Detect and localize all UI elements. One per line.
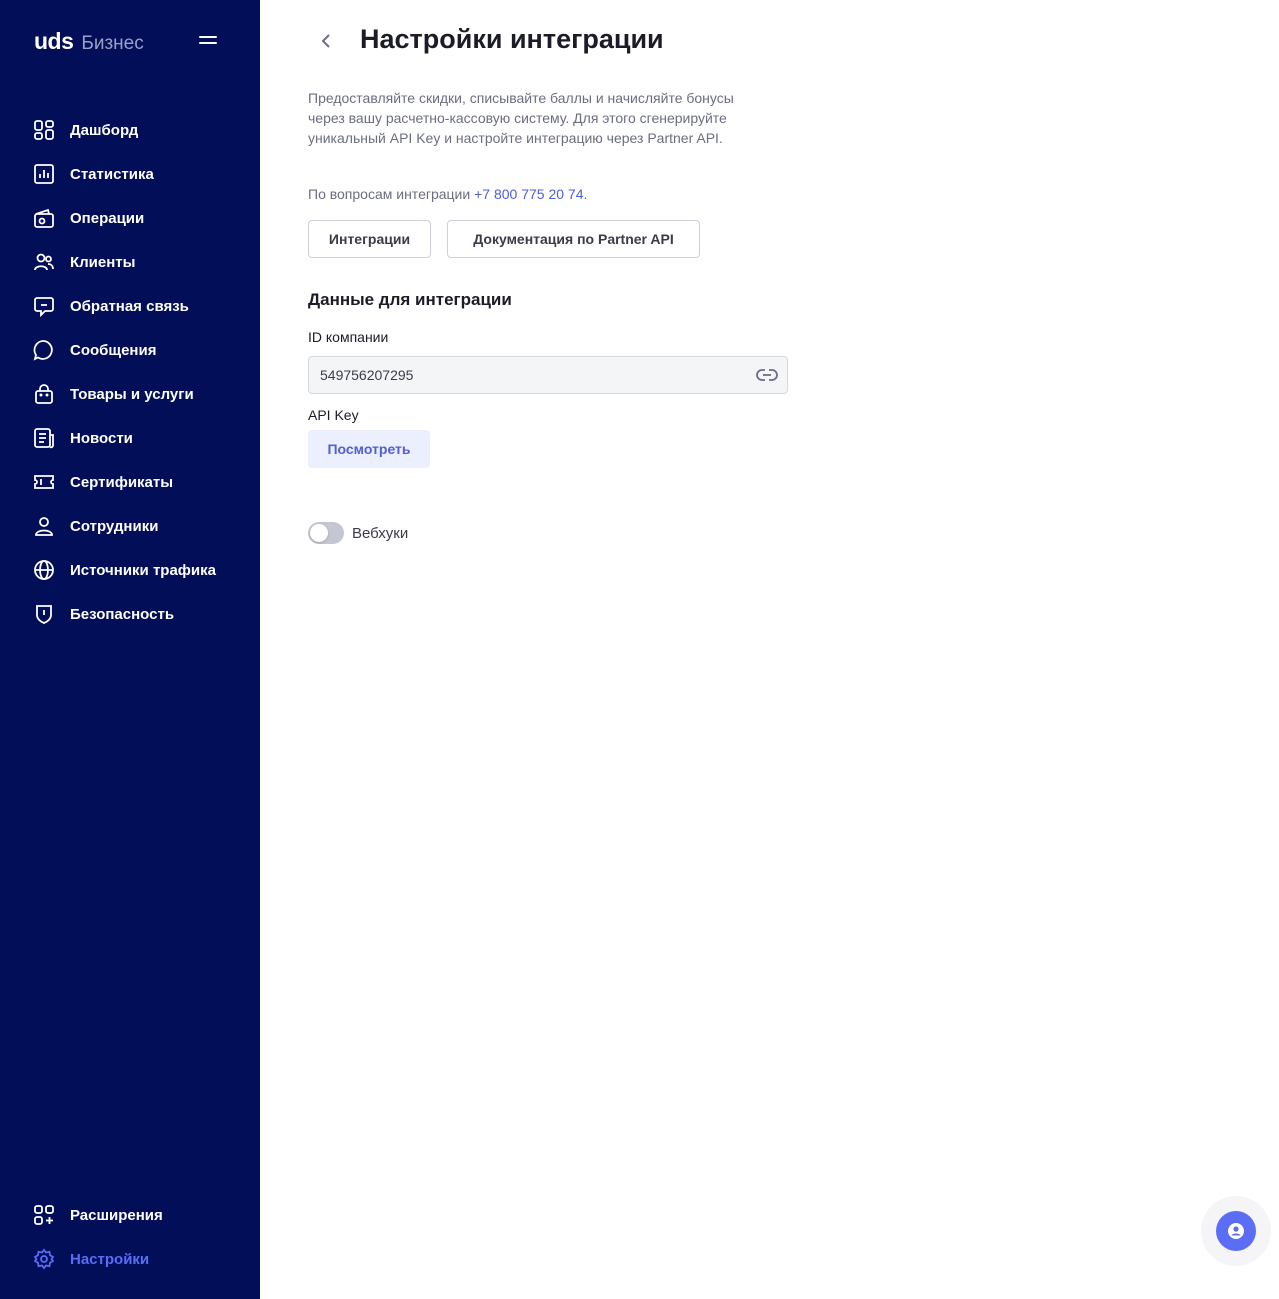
sidebar-item-label: Обратная связь: [70, 297, 189, 315]
sidebar-item-label: Безопасность: [70, 605, 175, 623]
sidebar-item-clients[interactable]: Клиенты: [0, 240, 260, 284]
sidebar-item-statistics[interactable]: Статистика: [0, 152, 260, 196]
chart-icon: [33, 163, 55, 185]
extensions-icon: [33, 1204, 55, 1226]
sidebar-item-label: Сотрудники: [70, 517, 159, 535]
logo[interactable]: uds Бизнес: [34, 28, 144, 55]
company-id-input[interactable]: [320, 367, 740, 383]
integration-description: Предоставляйте скидки, списывайте баллы …: [308, 90, 734, 146]
bag-icon: [33, 383, 55, 405]
view-api-key-button[interactable]: Посмотреть: [308, 430, 430, 468]
contact-suffix: .: [583, 186, 588, 202]
sidebar-item-traffic[interactable]: Источники трафика: [0, 548, 260, 592]
menu-toggle-icon[interactable]: [199, 36, 217, 48]
sidebar-item-messages[interactable]: Сообщения: [0, 328, 260, 372]
sidebar-item-label: Сертификаты: [70, 473, 174, 491]
company-id-field: [308, 356, 788, 394]
sidebar-item-settings[interactable]: Настройки: [0, 1237, 260, 1281]
partner-api-docs-button[interactable]: Документация по Partner API: [447, 220, 700, 258]
support-widget: [1201, 1196, 1271, 1266]
sidebar-item-extensions[interactable]: Расширения: [0, 1193, 260, 1237]
copy-link-icon[interactable]: [756, 365, 778, 385]
support-phone-link[interactable]: +7 800 775 20 74: [474, 186, 583, 202]
sidebar-item-staff[interactable]: Сотрудники: [0, 504, 260, 548]
ticket-icon: [33, 471, 55, 493]
back-button[interactable]: [316, 30, 336, 52]
sidebar-nav: Дашборд Статистика Операции Клиенты Обра…: [0, 108, 260, 636]
news-icon: [33, 427, 55, 449]
sidebar-bottom-nav: Расширения Настройки: [0, 1193, 260, 1281]
wallet-icon: [33, 207, 55, 229]
sidebar-item-label: Операции: [70, 209, 145, 227]
logo-subtitle: Бизнес: [81, 33, 144, 54]
sidebar-item-label: Источники трафика: [70, 561, 216, 579]
sidebar-item-label: Дашборд: [70, 121, 139, 139]
gear-icon: [33, 1248, 55, 1270]
users-icon: [33, 251, 55, 273]
dashboard-icon: [33, 119, 55, 141]
sidebar-item-products[interactable]: Товары и услуги: [0, 372, 260, 416]
sidebar-item-label: Клиенты: [70, 253, 136, 271]
sidebar-item-operations[interactable]: Операции: [0, 196, 260, 240]
integrations-button[interactable]: Интеграции: [308, 220, 431, 258]
support-chat-button[interactable]: [1216, 1211, 1256, 1251]
person-icon: [33, 515, 55, 537]
sidebar-item-security[interactable]: Безопасность: [0, 592, 260, 636]
sidebar-item-label: Статистика: [70, 165, 154, 183]
contact-line: По вопросам интеграции +7 800 775 20 74.: [308, 184, 587, 204]
sidebar-item-label: Расширения: [70, 1206, 163, 1224]
section-title: Данные для интеграции: [308, 290, 512, 309]
sidebar-item-label: Новости: [70, 429, 133, 447]
shield-icon: [33, 603, 55, 625]
contact-prefix: По вопросам интеграции: [308, 186, 475, 202]
feedback-icon: [33, 295, 55, 317]
company-id-label: ID компании: [308, 329, 389, 345]
page-title: Настройки интеграции: [360, 24, 664, 54]
sidebar-item-certificates[interactable]: Сертификаты: [0, 460, 260, 504]
message-icon: [33, 339, 55, 361]
sidebar-item-label: Сообщения: [70, 341, 157, 359]
sidebar-item-feedback[interactable]: Обратная связь: [0, 284, 260, 328]
webhooks-toggle[interactable]: [308, 522, 344, 544]
sidebar-item-news[interactable]: Новости: [0, 416, 260, 460]
api-key-label: API Key: [308, 407, 359, 423]
sidebar-item-dashboard[interactable]: Дашборд: [0, 108, 260, 152]
sidebar-item-label: Настройки: [70, 1250, 150, 1268]
user-support-icon: [1228, 1223, 1244, 1239]
globe-icon: [33, 559, 55, 581]
webhooks-label: Вебхуки: [352, 524, 409, 542]
chevron-left-icon: [321, 34, 330, 48]
webhooks-row: Вебхуки: [308, 522, 408, 544]
sidebar: uds Бизнес Дашборд Статистика Операции К…: [0, 0, 260, 1299]
logo-mark: uds: [34, 28, 74, 54]
sidebar-item-label: Товары и услуги: [70, 385, 194, 403]
